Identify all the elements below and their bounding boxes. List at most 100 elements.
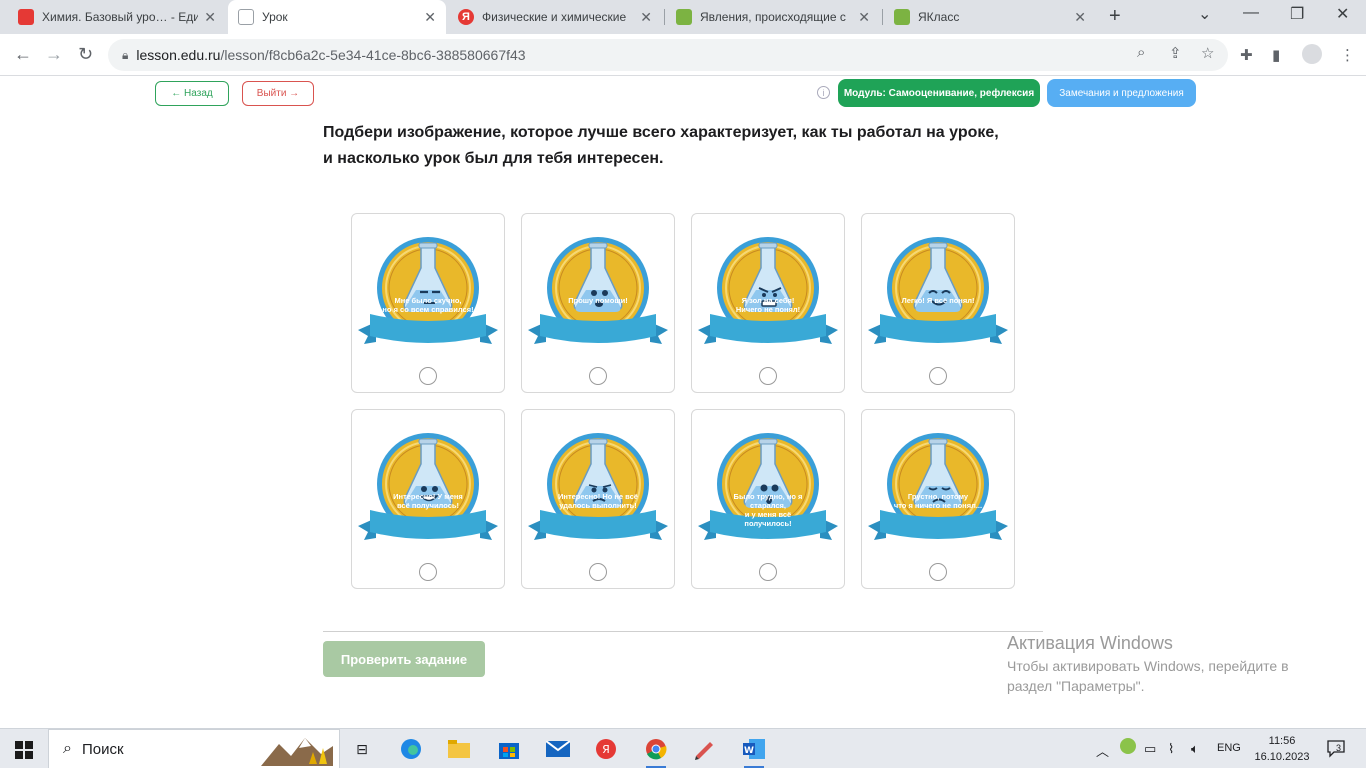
feedback-button[interactable]: Замечания и предложения xyxy=(1047,79,1196,107)
answer-radio[interactable] xyxy=(419,563,437,581)
answer-radio[interactable] xyxy=(419,367,437,385)
answer-card-happy[interactable]: Интересно! У меня всё получилось! xyxy=(351,409,505,589)
app-pencil-icon[interactable] xyxy=(690,735,718,763)
yaklass-favicon-icon xyxy=(894,9,910,25)
tab-title: ЯКласс xyxy=(918,10,960,24)
answer-card-sad[interactable]: Грустно, потому что я ничего не понял... xyxy=(861,409,1015,589)
new-tab-icon[interactable]: + xyxy=(1109,5,1121,28)
check-task-button[interactable]: Проверить задание xyxy=(323,641,485,677)
question-line: Подбери изображение, которое лучше всего… xyxy=(323,124,999,141)
activation-watermark-title: Активация Windows xyxy=(1007,633,1173,653)
close-icon[interactable]: ✕ xyxy=(858,9,870,26)
close-icon[interactable]: ✕ xyxy=(1074,9,1086,26)
yandex-browser-icon[interactable]: Я xyxy=(592,735,620,763)
browser-tab[interactable]: Явления, происходящие с ✕ xyxy=(666,0,880,34)
lock-icon: 🔒︎ xyxy=(122,47,129,62)
battery-icon[interactable]: ▭ xyxy=(1144,741,1156,757)
windows-start-icon[interactable] xyxy=(15,741,33,759)
yaklass-favicon-icon xyxy=(676,9,692,25)
browser-tab[interactable]: ЯКласс ✕ xyxy=(884,0,1096,34)
edge-browser-icon[interactable] xyxy=(397,735,425,763)
forward-arrow-icon[interactable]: → xyxy=(45,44,63,65)
flask-medal-worried-icon xyxy=(528,433,668,540)
bookmark-star-icon[interactable]: ☆ xyxy=(1201,44,1214,62)
flask-medal-happy-icon xyxy=(358,433,498,540)
zoom-icon[interactable]: ⌕ xyxy=(1137,44,1145,61)
exit-button[interactable]: Выйти → xyxy=(242,81,314,106)
answer-card-bored[interactable]: Мне было скучно, но я со всем справился! xyxy=(351,213,505,393)
info-icon[interactable]: i xyxy=(817,86,830,99)
notification-count: 3 xyxy=(1336,743,1342,753)
answer-radio[interactable] xyxy=(929,563,947,581)
answer-card-easy[interactable]: Легко! Я всё понял! xyxy=(861,213,1015,393)
medal-caption: Интересно! Но не всё удалось выполнить! xyxy=(558,492,638,510)
url-host: lesson.edu.ru xyxy=(136,47,221,63)
answer-card-help[interactable]: Прошу помощи! xyxy=(521,213,675,393)
question-line: и насколько урок был для тебя интересен. xyxy=(323,150,664,167)
answer-card-angry[interactable]: Я зол на себя! Ничего не понял! xyxy=(691,213,845,393)
language-indicator[interactable]: ENG xyxy=(1217,742,1241,754)
svg-text:Я: Я xyxy=(602,743,610,756)
close-icon[interactable]: ✕ xyxy=(424,9,436,26)
close-icon[interactable]: ✕ xyxy=(204,9,216,26)
reload-icon[interactable]: ↻ xyxy=(78,44,93,65)
store-icon[interactable] xyxy=(495,735,523,763)
close-icon[interactable]: ✕ xyxy=(640,9,652,26)
wifi-icon[interactable]: ⌇ xyxy=(1168,741,1174,757)
side-panel-icon[interactable]: ▮ xyxy=(1272,46,1280,64)
notification-icon[interactable]: 3 xyxy=(1326,738,1346,758)
tray-app-icon[interactable] xyxy=(1120,738,1136,754)
browser-tab[interactable]: Химия. Базовый уро… - Еди ✕ xyxy=(8,0,226,34)
extensions-puzzle-icon[interactable]: ✚ xyxy=(1240,46,1253,64)
restore-icon[interactable]: ❐ xyxy=(1290,4,1304,24)
back-button[interactable]: ← Назад xyxy=(155,81,229,106)
tab-search-chevron-icon[interactable]: ⌄ xyxy=(1198,4,1211,24)
answer-card-surprised[interactable]: Было трудно, но я старался, и у меня всё… xyxy=(691,409,845,589)
browser-tab[interactable]: Я Физические и химические ✕ xyxy=(448,0,662,34)
menu-kebab-icon[interactable]: ⋮ xyxy=(1340,46,1355,64)
share-icon[interactable]: ⇪ xyxy=(1169,44,1182,62)
question-text: Подбери изображение, которое лучше всего… xyxy=(323,120,1043,172)
medal-caption: Мне было скучно, но я со всем справился! xyxy=(382,296,474,314)
answer-radio[interactable] xyxy=(929,367,947,385)
yandex-favicon-icon: Я xyxy=(458,9,474,25)
module-button[interactable]: Модуль: Самооценивание, рефлексия xyxy=(838,79,1040,107)
answer-card-worried[interactable]: Интересно! Но не всё удалось выполнить! xyxy=(521,409,675,589)
flask-medal-help-icon xyxy=(528,237,668,344)
browser-toolbar: ← → ↻ 🔒︎ lesson.edu.ru /lesson/f8cb6a2c-… xyxy=(0,34,1366,76)
page-favicon-icon xyxy=(238,9,254,25)
medal-caption: Я зол на себя! Ничего не понял! xyxy=(735,296,801,314)
search-placeholder: Поиск xyxy=(81,740,124,758)
answer-radio[interactable] xyxy=(759,563,777,581)
lesson-header: ← Назад Выйти → i Модуль: Самооценивание… xyxy=(0,77,1366,111)
taskbar-clock[interactable]: 11:56 16.10.2023 xyxy=(1254,733,1310,765)
answer-radio[interactable] xyxy=(589,563,607,581)
chrome-icon[interactable] xyxy=(642,735,670,768)
browser-tab-active[interactable]: Урок ✕ xyxy=(228,0,446,34)
profile-avatar-icon[interactable] xyxy=(1302,44,1322,64)
tray-chevron-up-icon[interactable]: ︿ xyxy=(1096,741,1109,760)
taskbar: ⌕ Поиск ⊟ Я W ︿ ▭ ⌇ 🔈︎ ENG 11:56 16.10.2… xyxy=(0,728,1366,768)
search-highlight-art-icon xyxy=(261,738,333,766)
answer-radio[interactable] xyxy=(589,367,607,385)
window-close-icon[interactable]: ✕ xyxy=(1336,4,1349,24)
medal-caption: Интересно! У меня всё получилось! xyxy=(393,492,463,510)
medal-caption: Грустно, потому что я ничего не понял... xyxy=(893,492,983,510)
minimize-icon[interactable]: — xyxy=(1243,4,1259,22)
answer-radio[interactable] xyxy=(759,367,777,385)
word-icon[interactable]: W xyxy=(740,735,768,768)
address-bar[interactable]: 🔒︎ lesson.edu.ru /lesson/f8cb6a2c-5e34-4… xyxy=(108,39,1228,71)
taskbar-search[interactable]: ⌕ Поиск xyxy=(48,729,340,768)
file-explorer-icon[interactable] xyxy=(445,735,473,763)
volume-icon[interactable]: 🔈︎ xyxy=(1191,741,1199,757)
task-view-icon[interactable]: ⊟ xyxy=(348,735,376,763)
back-arrow-icon[interactable]: ← xyxy=(14,44,32,65)
flask-medal-sad-icon xyxy=(868,433,1008,540)
medal-caption: Было трудно, но я старался, и у меня всё… xyxy=(733,492,803,528)
browser-tab-strip: Химия. Базовый уро… - Еди ✕ Урок ✕ Я Физ… xyxy=(0,0,1366,34)
mail-icon[interactable] xyxy=(544,735,572,763)
flask-medal-surprised-icon xyxy=(698,433,838,540)
tab-title: Химия. Базовый уро… - Еди xyxy=(42,10,199,24)
url-path: /lesson/f8cb6a2c-5e34-41ce-8bc6-38858066… xyxy=(220,47,526,63)
app-favicon-icon xyxy=(18,9,34,25)
